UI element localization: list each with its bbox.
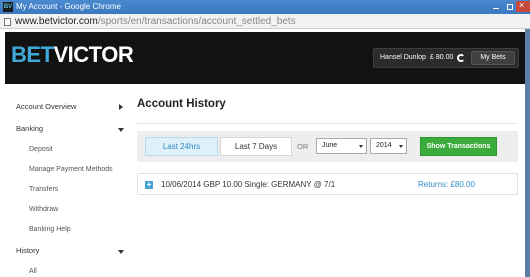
filter-bar: Last 24hrs Last 7 Days OR June 2014 Show…	[137, 131, 518, 162]
page-title: Account History	[137, 98, 226, 110]
caret-down-icon	[399, 145, 403, 148]
sidebar-item-account-overview[interactable]: Account Overview	[16, 100, 127, 114]
close-icon[interactable]	[516, 0, 530, 12]
betvictor-app-icon: BV	[3, 2, 13, 12]
month-select[interactable]: June	[316, 138, 367, 154]
chevron-down-icon	[118, 128, 124, 132]
year-select[interactable]: 2014	[370, 138, 407, 154]
logo-victor: VICTOR	[53, 42, 134, 67]
maximize-icon[interactable]	[504, 3, 516, 11]
url-host: www.betvictor.com	[15, 16, 98, 27]
sidebar-item-all[interactable]: All	[29, 265, 127, 277]
year-value: 2014	[376, 142, 392, 149]
sidebar-item-label: Banking	[16, 124, 44, 133]
page-icon	[4, 18, 11, 26]
url-field[interactable]: www.betvictor.com/sports/en/transactions…	[15, 16, 296, 27]
minimize-icon[interactable]	[490, 3, 502, 11]
site-header: BETVICTOR Hansel Dunlop £ 80.00 My Bets	[5, 32, 525, 84]
sidebar-item-label: History	[16, 246, 40, 255]
transaction-returns: Returns: £80.00	[418, 180, 475, 189]
sidebar-item-deposit[interactable]: Deposit	[29, 143, 127, 157]
sidebar-item-manage-payment-methods[interactable]: Manage Payment Methods	[29, 163, 127, 177]
or-label: OR	[297, 142, 309, 151]
month-value: June	[322, 142, 338, 149]
betvictor-logo[interactable]: BETVICTOR	[11, 42, 134, 68]
account-name[interactable]: Hansel Dunlop	[380, 54, 426, 61]
show-transactions-button[interactable]: Show Transactions	[420, 137, 497, 156]
sidebar-item-transfers[interactable]: Transfers	[29, 183, 127, 197]
sidebar: Account Overview Banking Deposit Manage …	[5, 84, 133, 277]
address-bar[interactable]: www.betvictor.com/sports/en/transactions…	[0, 14, 530, 29]
last-7-days-button[interactable]: Last 7 Days	[220, 137, 292, 156]
chevron-down-icon	[118, 250, 124, 254]
chevron-right-icon	[119, 104, 123, 110]
desktop-edge	[525, 29, 530, 277]
window-title: My Account - Google Chrome	[16, 2, 121, 11]
sidebar-item-history[interactable]: History	[16, 244, 127, 258]
sidebar-item-banking-help[interactable]: Banking Help	[29, 223, 127, 237]
window-titlebar: BV My Account - Google Chrome	[0, 0, 530, 14]
plus-icon[interactable]: +	[145, 181, 153, 189]
title-divider	[137, 123, 517, 124]
caret-down-icon	[359, 145, 363, 148]
sidebar-item-banking[interactable]: Banking	[16, 122, 127, 136]
last-24hrs-button[interactable]: Last 24hrs	[145, 137, 218, 156]
url-path: /sports/en/transactions/account_settled_…	[97, 16, 296, 27]
transaction-row[interactable]: + 10/06/2014 GBP 10.00 Single: GERMANY @…	[137, 173, 518, 195]
account-balance: £ 80.00	[430, 54, 454, 61]
refresh-icon[interactable]	[457, 54, 465, 62]
my-bets-button[interactable]: My Bets	[471, 51, 515, 65]
logo-bet: BET	[11, 42, 54, 67]
sidebar-item-withdraw[interactable]: Withdraw	[29, 203, 127, 217]
account-box: Hansel Dunlop £ 80.00 My Bets	[373, 48, 519, 68]
sidebar-item-label: Account Overview	[16, 102, 77, 111]
transaction-description: 10/06/2014 GBP 10.00 Single: GERMANY @ 7…	[161, 180, 336, 189]
